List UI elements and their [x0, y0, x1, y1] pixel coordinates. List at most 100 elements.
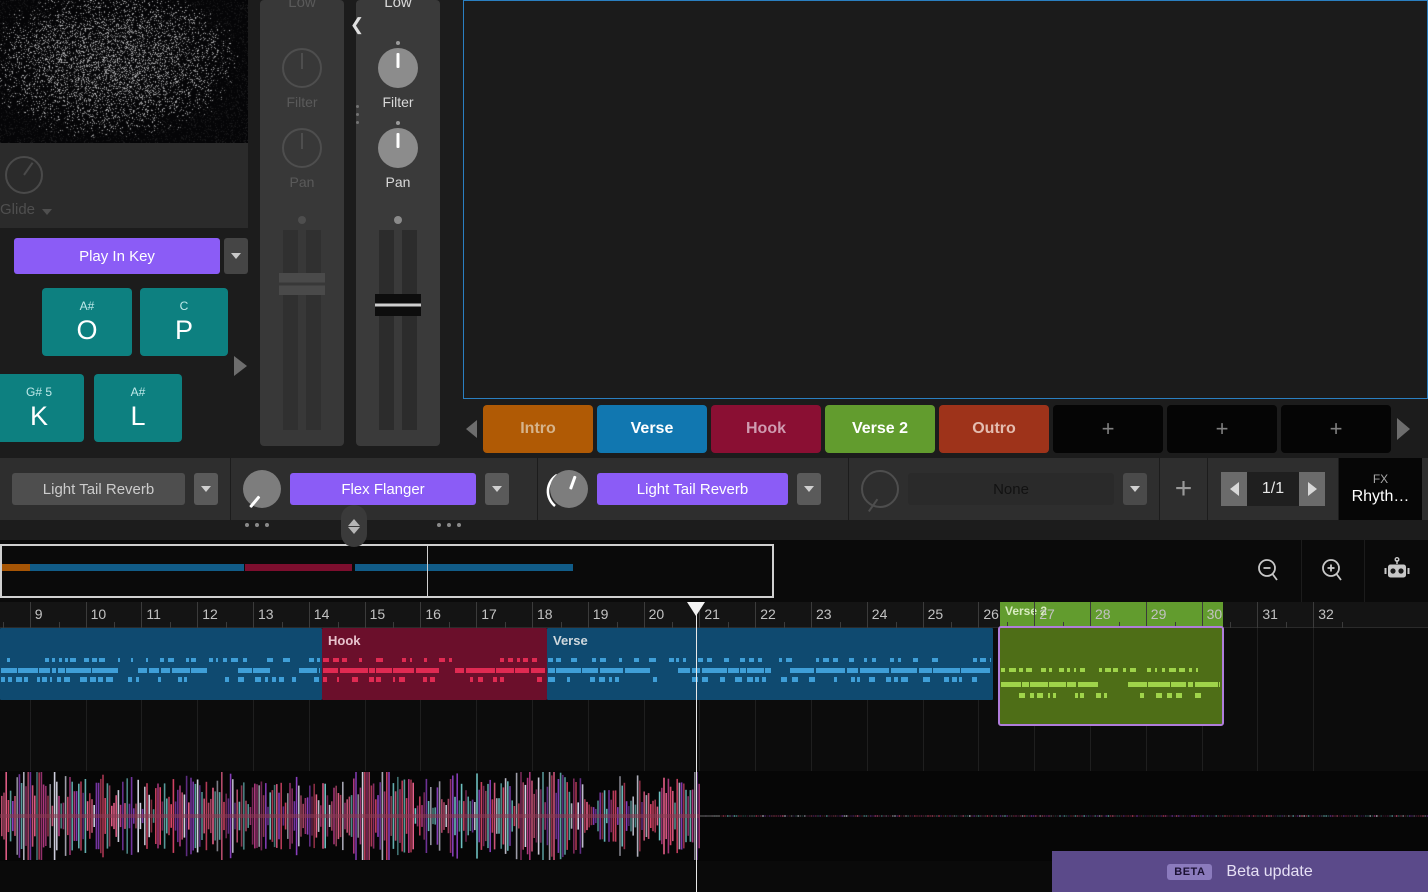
key-pad-note: C	[180, 300, 189, 312]
zoom-out-icon	[1254, 556, 1284, 586]
fx-name-button[interactable]: Light Tail Reverb	[597, 473, 788, 505]
clip-region[interactable]	[1000, 628, 1222, 724]
ruler-bar[interactable]: 32	[1313, 602, 1369, 628]
section-button-hook[interactable]: Hook	[711, 405, 821, 453]
add-section-button[interactable]: +	[1281, 405, 1391, 453]
drag-dots-right-icon[interactable]	[437, 523, 461, 527]
ai-assistant-button[interactable]	[1365, 540, 1428, 602]
ruler-bar[interactable]: 27	[1034, 602, 1090, 628]
section-button-intro[interactable]: Intro	[483, 405, 593, 453]
chevron-left-icon[interactable]: ❮	[346, 14, 368, 36]
vertical-dots-icon[interactable]	[349, 105, 365, 124]
fx-preset-dropdown-button[interactable]	[194, 473, 218, 505]
clip-region[interactable]: Hook	[322, 628, 547, 700]
clip-title: Hook	[328, 633, 361, 648]
add-section-button[interactable]: +	[1053, 405, 1163, 453]
ruler-bar[interactable]: 19	[588, 602, 644, 628]
glide-knob-icon[interactable]	[5, 156, 43, 194]
beta-update-banner[interactable]: BETA Beta update	[1052, 851, 1428, 892]
key-pad-p[interactable]: CP	[140, 288, 228, 356]
ruler-bar[interactable]: 25	[923, 602, 979, 628]
ruler-bar[interactable]: 22	[755, 602, 811, 628]
ruler-bar[interactable]: 24	[867, 602, 923, 628]
ruler-bar[interactable]: 26	[978, 602, 1034, 628]
ruler-bar[interactable]: 15	[365, 602, 421, 628]
key-pad-k[interactable]: G# 5K	[0, 374, 84, 442]
pan-label: Pan	[356, 174, 440, 190]
volume-fader-handle[interactable]	[375, 294, 421, 316]
ruler-bar[interactable]: 23	[811, 602, 867, 628]
key-pad-o[interactable]: A#O	[42, 288, 132, 356]
fx-preset-dropdown-button[interactable]	[797, 473, 821, 505]
bar-number: 29	[1151, 606, 1167, 622]
panel-resize-handle[interactable]	[341, 505, 367, 547]
pan-knob[interactable]	[282, 128, 322, 168]
fx-amount-knob[interactable]	[243, 470, 281, 508]
fx-name-button[interactable]: Light Tail Reverb	[12, 473, 185, 505]
section-button-verse-2[interactable]: Verse 2	[825, 405, 935, 453]
ruler-bar[interactable]: 21	[699, 602, 755, 628]
ruler-bar[interactable]: 12	[197, 602, 253, 628]
mixer-strip-2[interactable]: LowFilterPan	[356, 0, 440, 446]
play-in-key-button[interactable]: Play In Key	[14, 238, 220, 274]
clip-region[interactable]	[0, 628, 322, 700]
volume-fader-track[interactable]	[379, 230, 417, 430]
fx-channel-label[interactable]: FX Rhyth…	[1339, 458, 1422, 520]
chevron-down-icon[interactable]	[42, 209, 52, 215]
ruler-bar[interactable]: 9	[30, 602, 86, 628]
ruler-bar[interactable]: 14	[309, 602, 365, 628]
ruler-bar[interactable]: 17	[476, 602, 532, 628]
bar-number: 32	[1318, 606, 1334, 622]
mixer-strip-1[interactable]: LowFilterPan	[260, 0, 344, 446]
filter-knob[interactable]	[282, 48, 322, 88]
play-in-key-dropdown-button[interactable]	[224, 238, 248, 274]
pan-knob[interactable]	[378, 128, 418, 168]
sections-next-button[interactable]	[1395, 418, 1411, 440]
fx-preset-dropdown-button[interactable]	[485, 473, 509, 505]
volume-fader-track[interactable]	[283, 230, 321, 430]
overview-viewport[interactable]	[0, 544, 774, 598]
section-button-outro[interactable]: Outro	[939, 405, 1049, 453]
clip-note-lane	[547, 668, 993, 673]
filter-knob[interactable]	[378, 48, 418, 88]
bar-number: 23	[816, 606, 832, 622]
chevron-down-icon	[348, 527, 360, 534]
master-waveform[interactable]	[0, 771, 1428, 861]
ruler-bar[interactable]: 30	[1202, 602, 1258, 628]
ruler-bar[interactable]: 31	[1257, 602, 1313, 628]
zoom-in-button[interactable]	[1302, 540, 1366, 602]
add-section-button[interactable]: +	[1167, 405, 1277, 453]
zoom-out-button[interactable]	[1238, 540, 1302, 602]
fx-amount-knob[interactable]	[861, 470, 899, 508]
fx-preset-dropdown-button[interactable]	[1123, 473, 1147, 505]
key-pad-l[interactable]: A#L	[94, 374, 182, 442]
playhead[interactable]	[696, 602, 697, 892]
filter-label: Filter	[356, 94, 440, 110]
fx-name-button[interactable]: None	[908, 473, 1114, 505]
ruler-bar[interactable]: 11	[141, 602, 197, 628]
keypad-next-arrow-icon[interactable]	[234, 356, 247, 376]
section-button-verse[interactable]: Verse	[597, 405, 707, 453]
track-lanes[interactable]: Hook Verse	[0, 628, 1428, 771]
fx-page-prev-button[interactable]	[1221, 472, 1247, 506]
fx-name-button[interactable]: Flex Flanger	[290, 473, 476, 505]
ruler-bar[interactable]: 28	[1090, 602, 1146, 628]
clip-region[interactable]: Verse	[547, 628, 993, 700]
ruler-bar[interactable]: 29	[1146, 602, 1202, 628]
ruler-bar[interactable]: 18	[532, 602, 588, 628]
fx-page-next-button[interactable]	[1299, 472, 1325, 506]
drag-dots-left-icon[interactable]	[245, 523, 269, 527]
add-fx-button[interactable]: +	[1160, 458, 1208, 520]
timeline-ruler[interactable]: Verse 2891011121314151617181920212223242…	[0, 602, 1428, 628]
ruler-bar[interactable]: 13	[253, 602, 309, 628]
fx-amount-knob[interactable]	[550, 470, 588, 508]
ruler-bar[interactable]: 8	[0, 602, 30, 628]
arrangement-overview[interactable]	[0, 540, 1238, 602]
pattern-editor-canvas[interactable]	[463, 0, 1428, 399]
clip-note-lane	[547, 658, 993, 662]
fx-page-indicator: 1/1	[1247, 472, 1299, 506]
volume-fader-handle[interactable]	[279, 273, 325, 295]
ruler-bar[interactable]: 16	[420, 602, 476, 628]
sections-prev-button[interactable]	[463, 420, 479, 438]
ruler-bar[interactable]: 10	[86, 602, 142, 628]
